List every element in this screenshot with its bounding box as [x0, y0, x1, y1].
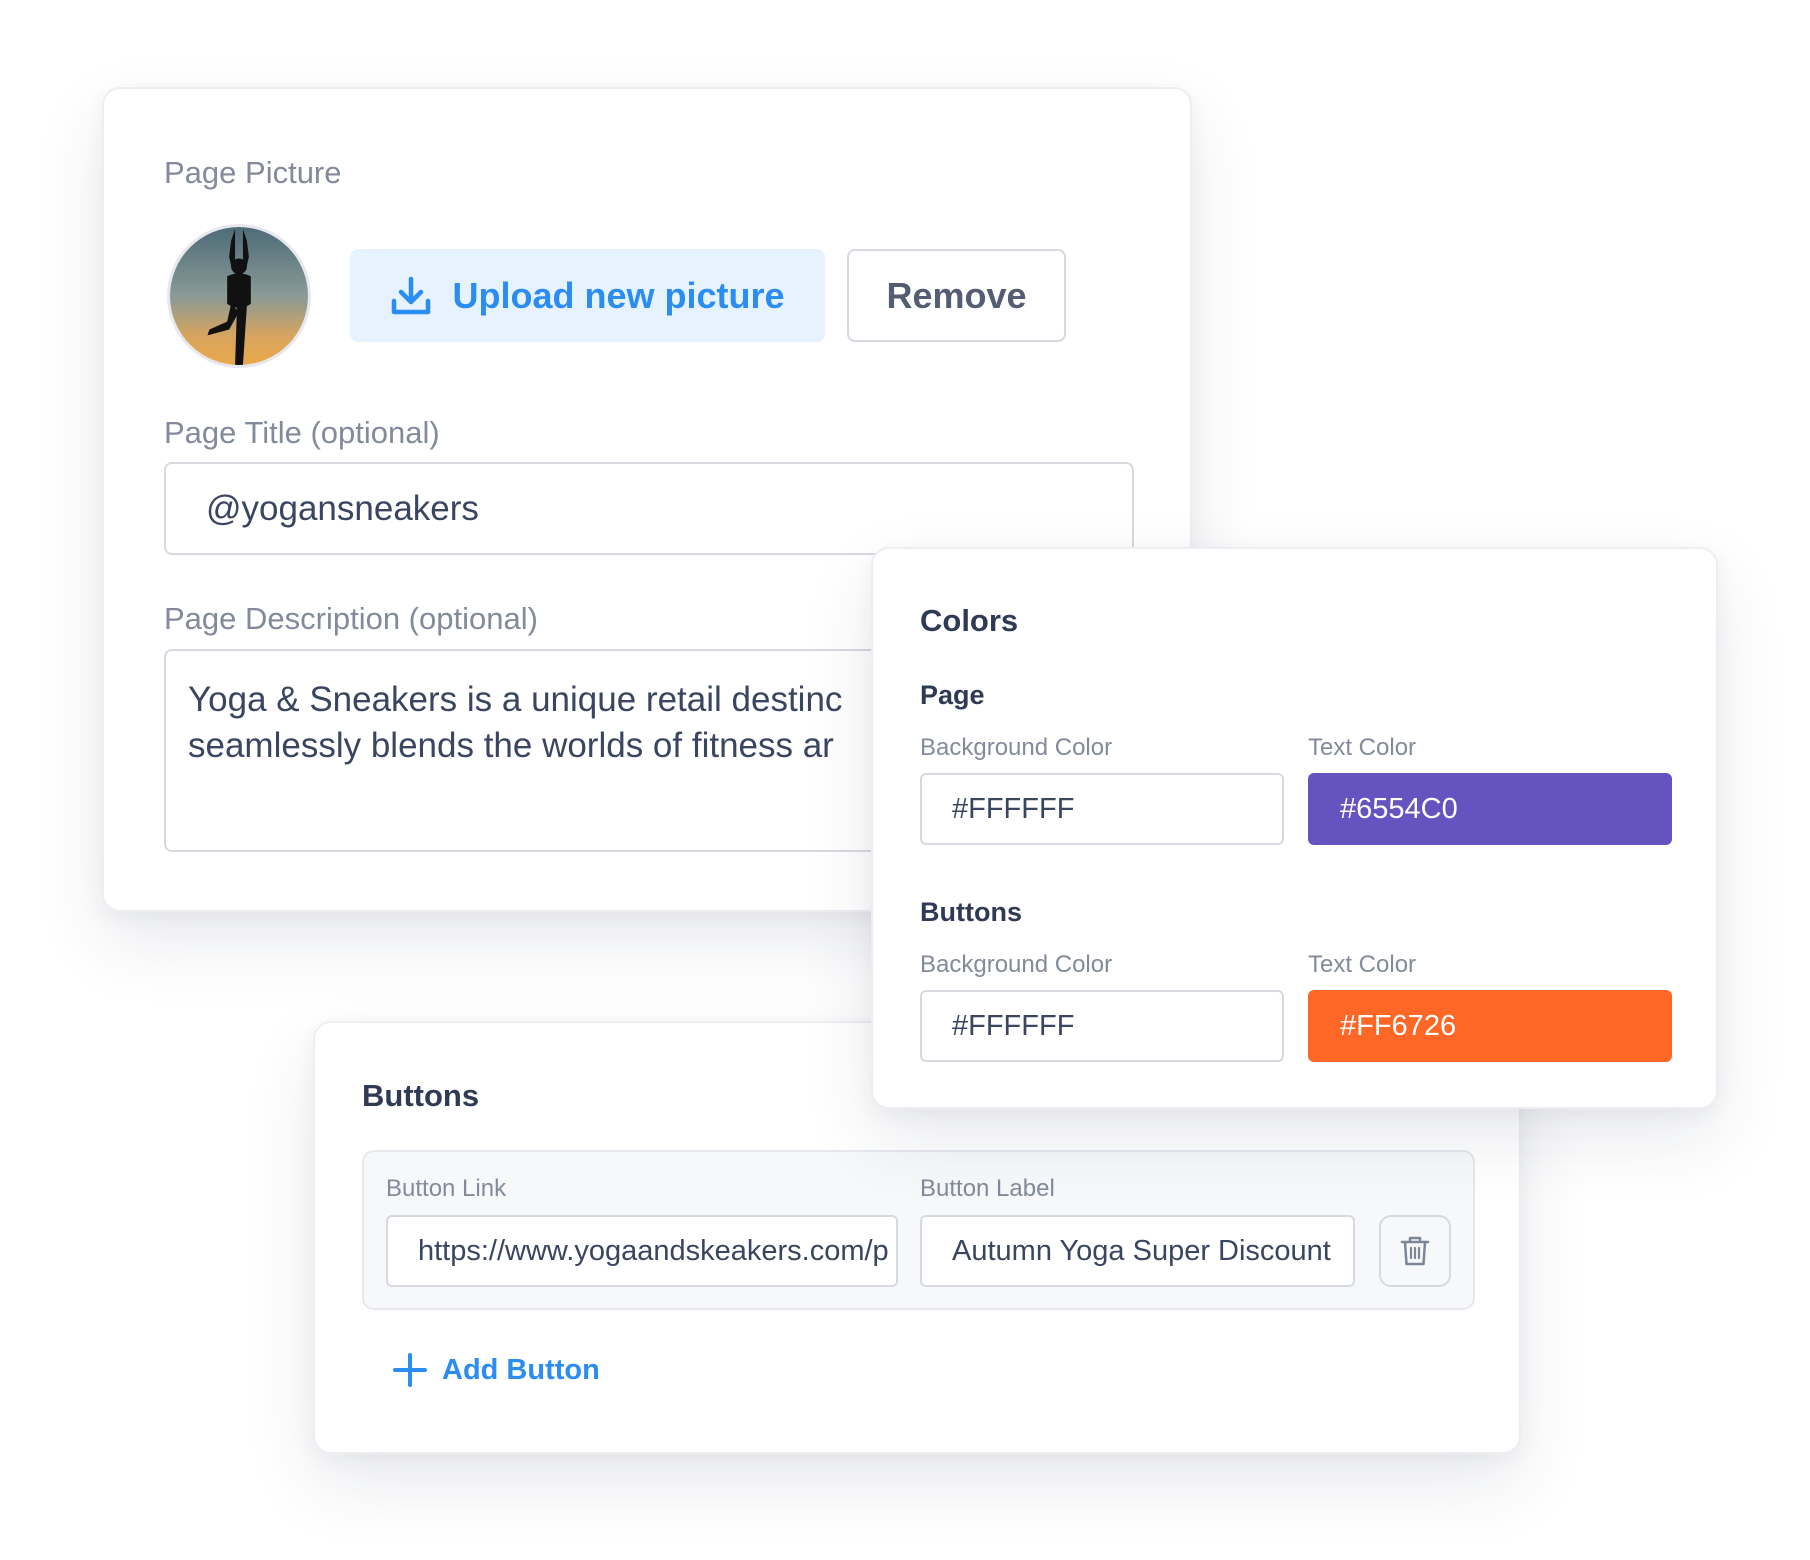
- button-link-value: https://www.yogaandskeakers.com/p: [418, 1234, 889, 1267]
- plus-icon: [393, 1353, 427, 1387]
- stage: Page Picture Upload new picture Remove P…: [0, 0, 1810, 1560]
- buttons-text-color-input[interactable]: #FF6726: [1308, 990, 1672, 1062]
- buttons-card-title: Buttons: [362, 1078, 480, 1113]
- upload-picture-button[interactable]: Upload new picture: [350, 249, 825, 342]
- buttons-bg-color-label: Background Color: [920, 951, 1113, 978]
- page-text-color-label: Text Color: [1308, 734, 1417, 761]
- buttons-bg-color-value: #FFFFFF: [952, 1009, 1075, 1042]
- add-button-link[interactable]: Add Button: [392, 1352, 600, 1388]
- delete-button[interactable]: [1379, 1215, 1451, 1287]
- avatar: [167, 224, 311, 368]
- upload-button-label: Upload new picture: [452, 274, 785, 316]
- button-label-input[interactable]: Autumn Yoga Super Discount: [920, 1215, 1355, 1287]
- page-text-color-input[interactable]: #6554C0: [1308, 773, 1672, 845]
- page-bg-color-label: Background Color: [920, 734, 1113, 761]
- page-title-input[interactable]: @yogansneakers: [164, 462, 1134, 555]
- button-row: Button Link https://www.yogaandskeakers.…: [362, 1150, 1475, 1310]
- buttons-text-color-value: #FF6726: [1340, 1009, 1457, 1042]
- button-label-value: Autumn Yoga Super Discount: [952, 1234, 1331, 1267]
- buttons-text-color-label: Text Color: [1308, 951, 1417, 978]
- button-label-label: Button Label: [920, 1175, 1055, 1202]
- add-button-label: Add Button: [442, 1353, 600, 1386]
- page-section-heading: Page: [920, 680, 985, 710]
- button-link-input[interactable]: https://www.yogaandskeakers.com/p: [386, 1215, 898, 1287]
- colors-title: Colors: [920, 603, 1019, 638]
- page-picture-label: Page Picture: [164, 155, 342, 190]
- page-description-label: Page Description (optional): [164, 601, 538, 636]
- page-bg-color-value: #FFFFFF: [952, 792, 1075, 825]
- yoga-silhouette-image: [170, 227, 308, 365]
- download-arrow-icon: [392, 276, 431, 314]
- colors-card: Colors Page Background Color Text Color …: [871, 547, 1718, 1109]
- remove-picture-button[interactable]: Remove: [847, 249, 1066, 342]
- trash-icon: [1400, 1236, 1430, 1266]
- button-link-label: Button Link: [386, 1175, 507, 1202]
- page-text-color-value: #6554C0: [1340, 792, 1458, 825]
- page-title-label: Page Title (optional): [164, 415, 440, 450]
- page-title-value: @yogansneakers: [206, 488, 479, 528]
- page-bg-color-input[interactable]: #FFFFFF: [920, 773, 1284, 845]
- buttons-section-heading: Buttons: [920, 897, 1022, 927]
- buttons-bg-color-input[interactable]: #FFFFFF: [920, 990, 1284, 1062]
